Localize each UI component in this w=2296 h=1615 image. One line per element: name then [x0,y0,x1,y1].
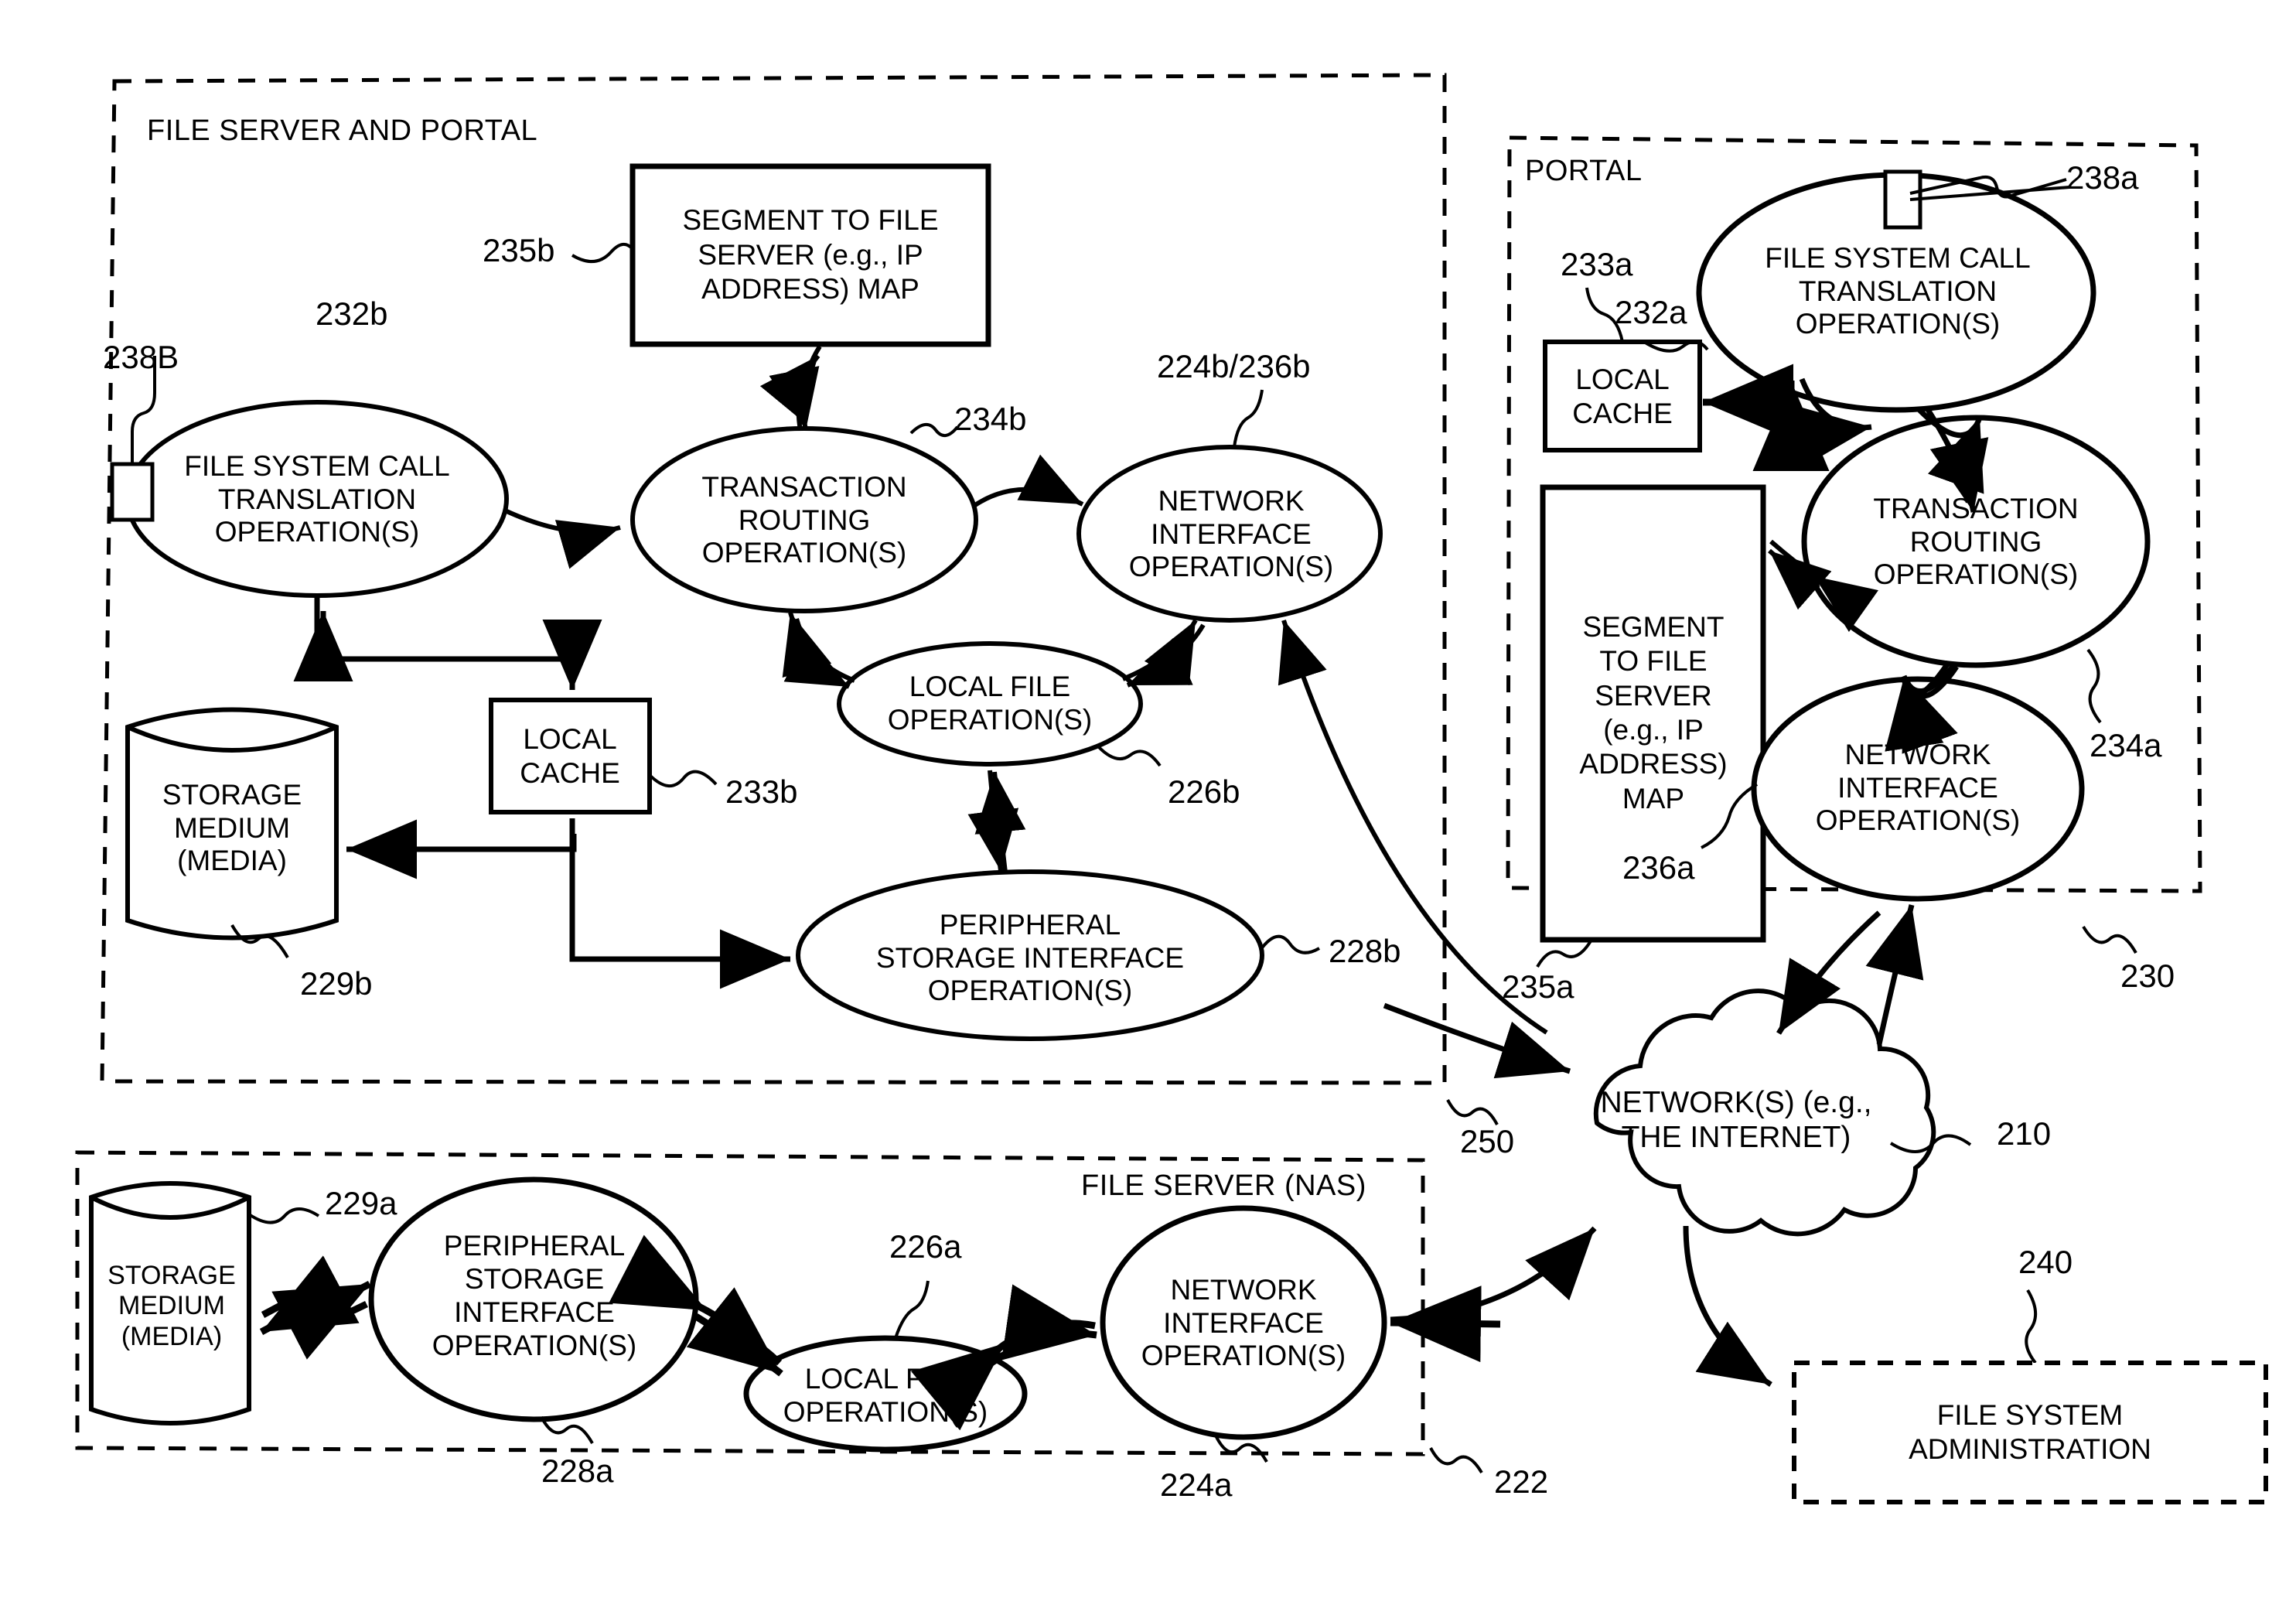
ref-224b-236b: 224b/236b [1157,348,1311,384]
ref-236a: 236a [1622,849,1695,886]
figure-canvas: FILE SERVER AND PORTAL FILE SYSTEM CALL … [0,0,2296,1615]
ref-228a: 228a [541,1453,614,1489]
ref-226a: 226a [889,1228,962,1265]
ref-233b: 233b [725,773,798,810]
ref-230: 230 [2120,958,2175,994]
ref-232a: 232a [1615,294,1687,330]
ellipse-transaction-routing-b [630,426,978,613]
ref-238a: 238a [2066,159,2139,196]
ref-224a: 224a [1160,1466,1233,1503]
ref-234b: 234b [954,401,1027,437]
ellipse-peripheral-storage-b [796,869,1264,1041]
cylinder-storage-medium-b [125,707,339,941]
box-label-file-system-administration: FILE SYSTEM ADMINISTRATION [1909,1398,2151,1465]
ref-234a: 234a [2090,727,2162,763]
box-label-local-cache-b: LOCAL CACHE [520,722,620,789]
ellipse-peripheral-storage-a [368,1176,699,1422]
panel-title-portal: PORTAL [1525,155,1643,187]
ref-222: 222 [1494,1463,1549,1500]
ref-229b: 229b [300,965,373,1002]
ref-250: 250 [1460,1123,1515,1159]
ref-228b: 228b [1329,933,1401,969]
ellipse-local-file-ops-b [837,641,1143,767]
ref-226b: 226b [1168,773,1240,810]
port-marker-238b [110,462,155,522]
ref-210: 210 [1997,1115,2052,1152]
ref-238B: 238B [103,339,179,375]
ref-240: 240 [2018,1244,2073,1280]
ellipse-transaction-routing-a [1801,415,2151,668]
ref-229a: 229a [325,1185,397,1221]
panel-title-file-server-and-portal: FILE SERVER AND PORTAL [147,114,538,147]
panel-title-file-server-nas: FILE SERVER (NAS) [1081,1169,1366,1202]
ref-235a: 235a [1502,968,1574,1005]
box-label-local-cache-a: LOCAL CACHE [1572,363,1673,429]
box-label-segment-map-b: SEGMENT TO FILE SERVER (e.g., IP ADDRESS… [682,204,939,306]
ellipse-local-file-ops-a [743,1335,1028,1453]
ref-233a: 233a [1561,246,1633,282]
ref-235b: 235b [483,232,555,268]
ellipse-network-interface-nas [1100,1205,1387,1440]
ellipse-network-interface-a [1751,676,2085,902]
ellipse-fs-call-translation-b [125,400,509,598]
ref-232b: 232b [316,295,388,332]
ellipse-network-interface-b [1076,445,1383,623]
